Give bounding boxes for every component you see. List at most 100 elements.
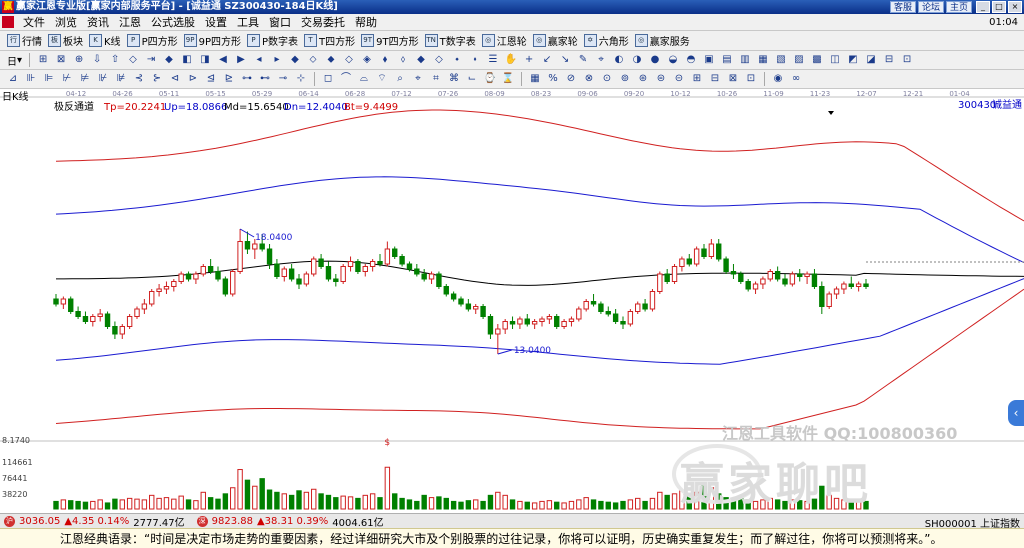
drawing-tool-icon[interactable]: ◒	[666, 53, 680, 67]
analysis-tool-icon[interactable]: ⊰	[132, 72, 146, 86]
toolbar-button-0[interactable]: 行行情	[4, 32, 45, 49]
analysis-tool-icon[interactable]: ▦	[528, 72, 542, 86]
analysis-tool-icon[interactable]: ⌘	[447, 72, 461, 86]
menu-trade[interactable]: 交易委托	[296, 14, 350, 31]
customer-service-link[interactable]: 客服	[889, 1, 916, 13]
toolbar-button-1[interactable]: 板板块	[45, 32, 86, 49]
analysis-tool-icon[interactable]: ⊘	[564, 72, 578, 86]
analysis-tool-icon[interactable]: ⊭	[78, 72, 92, 86]
drawing-tool-icon[interactable]: ▦	[756, 53, 770, 67]
analysis-tool-icon[interactable]: ⊝	[672, 72, 686, 86]
analysis-tool-icon[interactable]: ∞	[789, 72, 803, 86]
analysis-tool-icon[interactable]: ⌚	[483, 72, 497, 86]
drawing-tool-icon[interactable]: ⬦	[306, 53, 320, 67]
drawing-tool-icon[interactable]: ⬧	[378, 53, 392, 67]
maximize-button[interactable]: □	[992, 1, 1006, 13]
drawing-tool-icon[interactable]: ⌖	[594, 53, 608, 67]
drawing-tool-icon[interactable]: ✋	[504, 53, 518, 67]
analysis-tool-icon[interactable]: ◉	[771, 72, 785, 86]
drawing-tool-icon[interactable]: ▩	[810, 53, 824, 67]
menu-file[interactable]: 文件	[18, 14, 50, 31]
side-expand-tab[interactable]: ‹	[1008, 400, 1024, 426]
analysis-tool-icon[interactable]: ⊸	[276, 72, 290, 86]
drawing-tool-icon[interactable]: ◈	[360, 53, 374, 67]
drawing-tool-icon[interactable]: ⬨	[396, 53, 410, 67]
toolbar-button-8[interactable]: TN T数字表	[422, 32, 479, 49]
drawing-tool-icon[interactable]: ▶	[234, 53, 248, 67]
analysis-tool-icon[interactable]: ⌒	[339, 72, 353, 86]
drawing-tool-icon[interactable]: ⊞	[36, 53, 50, 67]
drawing-tool-icon[interactable]: ◐	[612, 53, 626, 67]
drawing-tool-icon[interactable]: ⊡	[900, 53, 914, 67]
menu-formula-screening[interactable]: 公式选股	[146, 14, 200, 31]
analysis-tool-icon[interactable]: ⊪	[24, 72, 38, 86]
drawing-tool-icon[interactable]: ⬥	[324, 53, 338, 67]
forum-link[interactable]: 论坛	[917, 1, 944, 13]
menu-help[interactable]: 帮助	[350, 14, 382, 31]
menu-tools[interactable]: 工具	[232, 14, 264, 31]
analysis-tool-icon[interactable]: ⊷	[258, 72, 272, 86]
analysis-tool-icon[interactable]: ⊹	[294, 72, 308, 86]
drawing-tool-icon[interactable]: ◇	[432, 53, 446, 67]
drawing-tool-icon[interactable]: ◩	[846, 53, 860, 67]
analysis-tool-icon[interactable]: ⌗	[429, 72, 443, 86]
analysis-tool-icon[interactable]: ⌔	[375, 72, 389, 86]
analysis-tool-icon[interactable]: ⊮	[96, 72, 110, 86]
drawing-tool-icon[interactable]: ◫	[828, 53, 842, 67]
analysis-tool-icon[interactable]: ⊵	[222, 72, 236, 86]
drawing-tool-icon[interactable]: ◓	[684, 53, 698, 67]
analysis-tool-icon[interactable]: ⊳	[186, 72, 200, 86]
analysis-tool-icon[interactable]: ⊙	[600, 72, 614, 86]
analysis-tool-icon[interactable]: ⊡	[744, 72, 758, 86]
drawing-tool-icon[interactable]: ◪	[864, 53, 878, 67]
drawing-tool-icon[interactable]: ▥	[738, 53, 752, 67]
analysis-tool-icon[interactable]: %	[546, 72, 560, 86]
drawing-tool-icon[interactable]: ◆	[162, 53, 176, 67]
drawing-tool-icon[interactable]: ⬪	[468, 53, 482, 67]
drawing-tool-icon[interactable]: +	[522, 53, 536, 67]
drawing-tool-icon[interactable]: ⇥	[144, 53, 158, 67]
analysis-tool-icon[interactable]: ⌛	[501, 72, 515, 86]
shenzhen-index-icon[interactable]: 深	[196, 515, 208, 527]
analysis-tool-icon[interactable]: ⊜	[654, 72, 668, 86]
analysis-tool-icon[interactable]: ⌙	[465, 72, 479, 86]
menu-news[interactable]: 资讯	[82, 14, 114, 31]
drawing-tool-icon[interactable]: ◧	[180, 53, 194, 67]
drawing-tool-icon[interactable]: ⇧	[108, 53, 122, 67]
menu-window[interactable]: 窗口	[264, 14, 296, 31]
analysis-tool-icon[interactable]: ⊚	[618, 72, 632, 86]
analysis-tool-icon[interactable]: ⊞	[690, 72, 704, 86]
toolbar-button-12[interactable]: ◎ 赢家服务	[632, 32, 693, 49]
menu-gann[interactable]: 江恩	[114, 14, 146, 31]
analysis-tool-icon[interactable]: ⊗	[582, 72, 596, 86]
drawing-tool-icon[interactable]: ⇩	[90, 53, 104, 67]
drawing-tool-icon[interactable]: ▤	[720, 53, 734, 67]
drawing-tool-icon[interactable]: ◨	[198, 53, 212, 67]
drawing-tool-icon[interactable]: ◇	[342, 53, 356, 67]
period-dropdown[interactable]: 日 ▾	[4, 52, 25, 69]
drawing-tool-icon[interactable]: ⊠	[54, 53, 68, 67]
toolbar-button-7[interactable]: 9T 9T四方形	[358, 32, 421, 49]
drawing-tool-icon[interactable]: ▧	[774, 53, 788, 67]
toolbar-button-10[interactable]: ◎ 赢家轮	[530, 32, 581, 49]
toolbar-button-9[interactable]: ◎ 江恩轮	[479, 32, 530, 49]
drawing-tool-icon[interactable]: ⬩	[450, 53, 464, 67]
homepage-link[interactable]: 主页	[945, 1, 972, 13]
analysis-tool-icon[interactable]: ⊫	[42, 72, 56, 86]
analysis-tool-icon[interactable]: ⊛	[636, 72, 650, 86]
toolbar-button-4[interactable]: 9P 9P四方形	[181, 32, 244, 49]
analysis-tool-icon[interactable]: ⊠	[726, 72, 740, 86]
toolbar-button-3[interactable]: P P四方形	[124, 32, 181, 49]
drawing-tool-icon[interactable]: ✎	[576, 53, 590, 67]
drawing-tool-icon[interactable]: ◆	[288, 53, 302, 67]
minimize-button[interactable]: _	[976, 1, 990, 13]
toolbar-button-11[interactable]: ✡ 六角形	[581, 32, 632, 49]
drawing-tool-icon[interactable]: ↙	[540, 53, 554, 67]
analysis-tool-icon[interactable]: ⊴	[204, 72, 218, 86]
analysis-tool-icon[interactable]: ⌖	[411, 72, 425, 86]
drawing-tool-icon[interactable]: ▸	[270, 53, 284, 67]
drawing-tool-icon[interactable]: ◆	[414, 53, 428, 67]
shanghai-index-icon[interactable]: 沪	[4, 515, 15, 527]
analysis-tool-icon[interactable]: ⌓	[357, 72, 371, 86]
toolbar-button-5[interactable]: P P数字表	[244, 32, 301, 49]
